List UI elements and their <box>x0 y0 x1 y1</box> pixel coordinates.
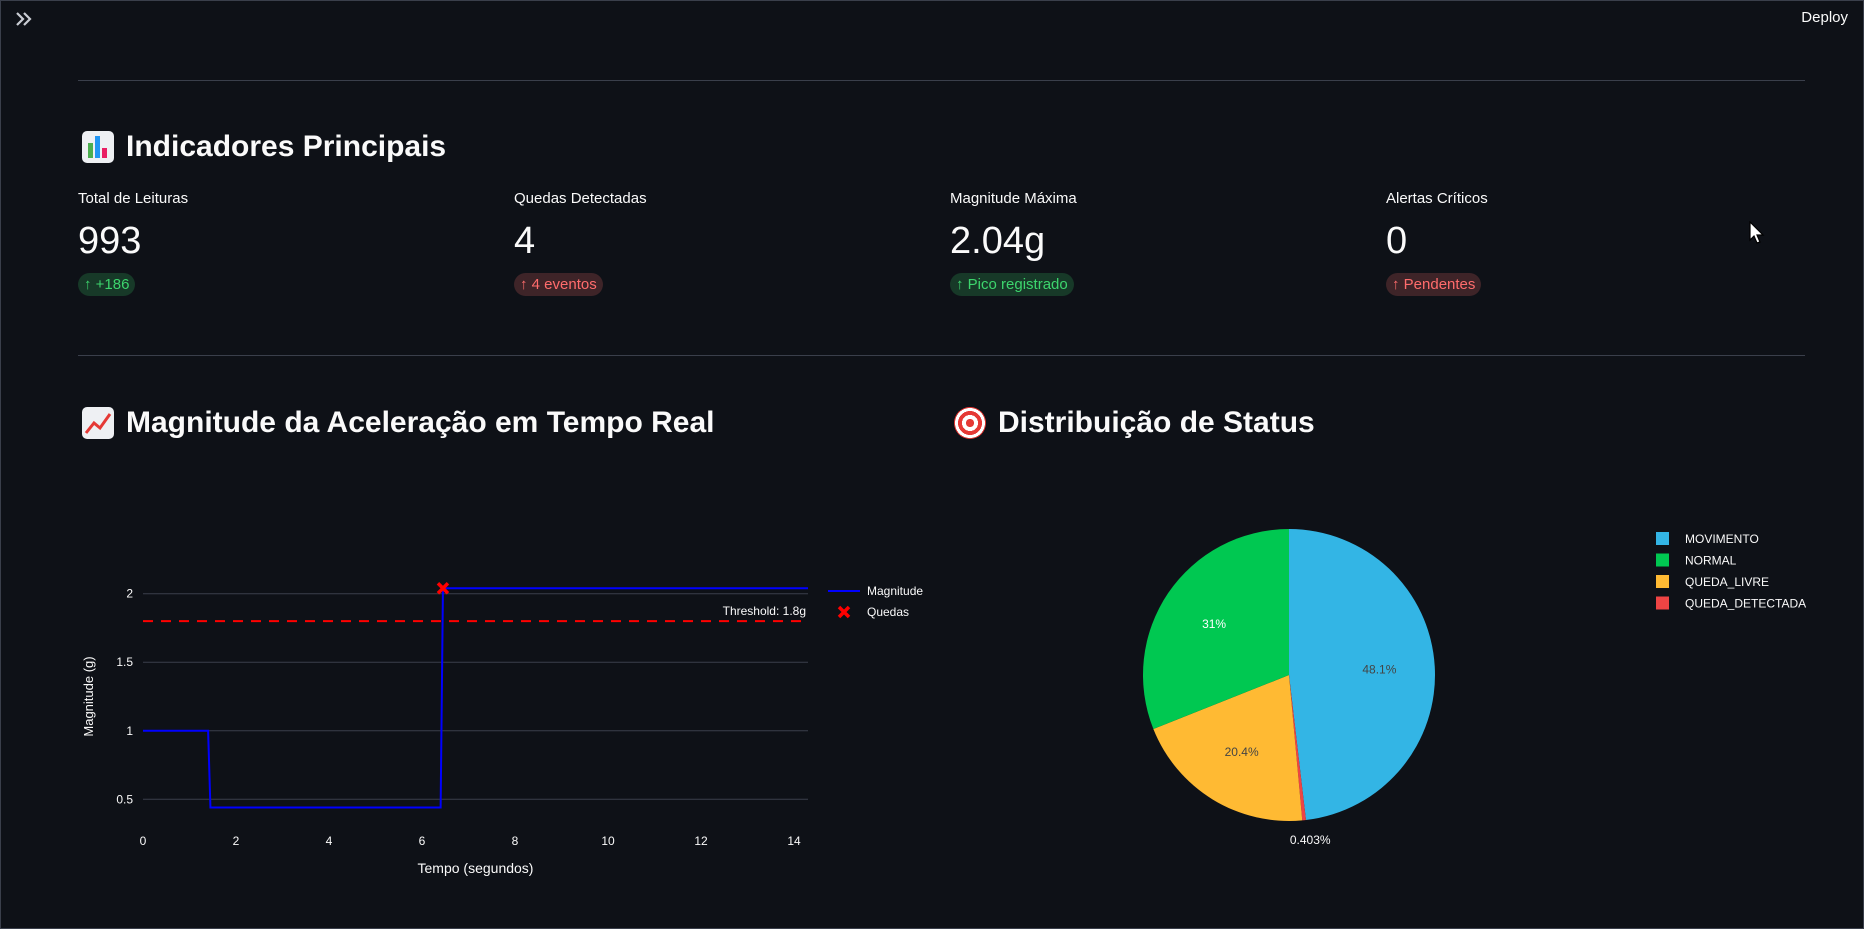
double-chevron-right-icon-svg <box>16 12 32 26</box>
legend-swatch <box>1656 553 1669 567</box>
section-title-distribution-text: Distribuição de Status <box>998 406 1315 439</box>
legend-swatch-quedas <box>837 605 851 619</box>
legend-label: QUEDA_DETECTADA <box>1685 597 1806 611</box>
legend-label-magnitude: Magnitude <box>867 584 923 598</box>
section-title-timeseries: Magnitude da Aceleração em Tempo Real <box>82 406 715 440</box>
metric-value: 0 <box>1386 220 1408 262</box>
metric-label: Magnitude Máxima <box>950 190 1077 207</box>
direct-hit-emoji-icon <box>954 407 986 439</box>
metric-delta-text: +186 <box>95 276 130 293</box>
double-chevron-right-icon[interactable] <box>13 8 39 32</box>
metric-delta-text: Pico registrado <box>967 276 1068 293</box>
metric-card: Alertas Críticos 0 ↑ Pendentes <box>1386 190 1786 296</box>
line-chart-legend: Magnitude Quedas <box>828 584 923 619</box>
metric-card: Magnitude Máxima 2.04g ↑ Pico registrado <box>950 190 1350 296</box>
status-pie-chart: 48.1% 0.403% 20.4% 31% MOVIMENTO NORMAL QUEDA_… <box>1143 529 1806 847</box>
metric-value: 2.04g <box>950 220 1046 262</box>
metric-delta: ↑ 4 eventos <box>514 273 603 296</box>
arrow-up-icon: ↑ <box>84 276 92 293</box>
legend-swatch <box>1656 532 1669 545</box>
y-tick-label: 0.5 <box>116 792 133 806</box>
x-tick-label: 10 <box>601 834 615 848</box>
y-tick-label: 1.5 <box>116 655 133 669</box>
legend-label: NORMAL <box>1685 554 1737 568</box>
x-tick-label: 0 <box>140 834 147 848</box>
x-tick-label: 12 <box>694 834 708 848</box>
y-axis-label: Magnitude (g) <box>81 656 96 736</box>
section-title-timeseries-text: Magnitude da Aceleração em Tempo Real <box>126 406 715 439</box>
arrow-up-icon: ↑ <box>956 276 964 293</box>
metric-label: Alertas Críticos <box>1386 190 1488 207</box>
legend-label: QUEDA_LIVRE <box>1685 575 1769 589</box>
magnitude-line-chart: 0.5 1 1.5 2 0 2 4 6 8 10 12 14 Threshold: 1.8g Tempo … <box>81 581 923 876</box>
legend-label-quedas: Quedas <box>867 605 909 619</box>
pie-slice-label: 20.4% <box>1225 745 1259 759</box>
pie-slice-label: 0.403% <box>1290 833 1331 847</box>
pie-slice-label: 31% <box>1202 617 1226 631</box>
section-title-distribution: Distribuição de Status <box>954 406 1315 440</box>
metric-delta: ↑ +186 <box>78 273 136 296</box>
metric-card: Quedas Detectadas 4 ↑ 4 eventos <box>514 190 914 296</box>
chart-increasing-emoji-icon <box>82 407 114 439</box>
legend-swatch <box>1656 575 1669 588</box>
x-tick-label: 2 <box>233 834 240 848</box>
metric-delta-text: Pendentes <box>1403 276 1476 293</box>
x-axis-label: Tempo (segundos) <box>418 860 534 876</box>
x-tick-label: 14 <box>787 834 801 848</box>
pie-slice-label: 48.1% <box>1362 663 1396 677</box>
metric-delta-text: 4 eventos <box>531 276 597 293</box>
section-title-kpis: Indicadores Principais <box>82 130 446 164</box>
metric-label: Total de Leituras <box>78 190 189 207</box>
metric-value: 993 <box>78 220 142 262</box>
bar-chart-emoji-icon <box>82 131 114 163</box>
x-tick-label: 8 <box>512 834 519 848</box>
arrow-up-icon: ↑ <box>1392 276 1400 293</box>
y-tick-label: 1 <box>126 724 133 738</box>
metric-delta: ↑ Pico registrado <box>950 273 1074 296</box>
x-tick-label: 4 <box>326 834 333 848</box>
x-tick-label: 6 <box>419 834 426 848</box>
legend-swatch <box>1656 596 1669 610</box>
divider-middle <box>78 355 1805 356</box>
arrow-up-icon: ↑ <box>520 276 528 293</box>
legend-label: MOVIMENTO <box>1685 532 1759 546</box>
metric-card: Total de Leituras 993 ↑ +186 <box>78 190 478 296</box>
metric-label: Quedas Detectadas <box>514 190 647 207</box>
threshold-label: Threshold: 1.8g <box>723 604 806 618</box>
section-title-kpis-text: Indicadores Principais <box>126 130 447 163</box>
deploy-button[interactable]: Deploy <box>1801 9 1848 26</box>
pie-legend: MOVIMENTO NORMAL QUEDA_LIVRE QUEDA_DETECTAD… <box>1656 532 1806 611</box>
metric-value: 4 <box>514 220 536 262</box>
metric-delta: ↑ Pendentes <box>1386 273 1482 296</box>
y-tick-label: 2 <box>126 587 133 601</box>
divider-top <box>78 80 1805 81</box>
mouse-pointer-icon <box>1749 220 1765 250</box>
